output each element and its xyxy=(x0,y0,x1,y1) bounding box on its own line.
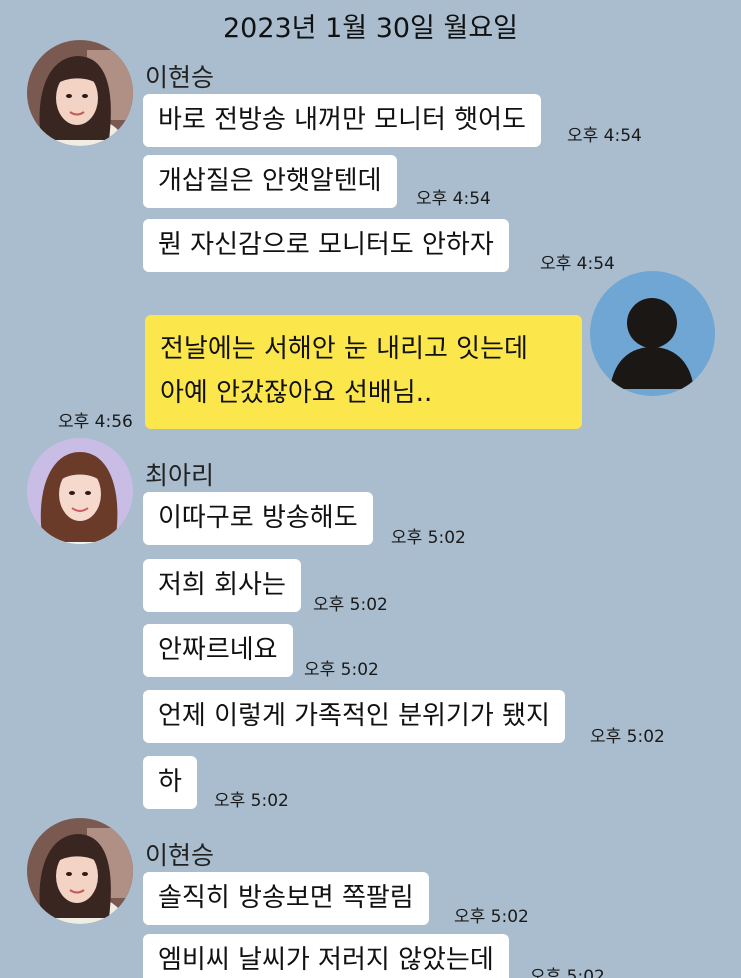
avatar-lee-hyunseung[interactable] xyxy=(27,40,133,146)
message-bubble[interactable]: 엠비씨 날씨가 저러지 않았는데 xyxy=(143,934,509,978)
message-bubble[interactable]: 이따구로 방송해도 xyxy=(143,492,373,545)
message-line: 아예 안갔잖아요 선배님.. xyxy=(160,378,433,408)
sender-name: 최아리 xyxy=(145,461,215,490)
message-time: 오후 4:56 xyxy=(58,412,133,432)
message-bubble[interactable]: 개삽질은 안햇알텐데 xyxy=(143,155,397,208)
date-header: 2023년 1월 30일 월요일 xyxy=(222,13,519,44)
message-time: 오후 5:02 xyxy=(391,528,466,548)
message-bubble[interactable]: 언제 이렇게 가족적인 분위기가 됐지 xyxy=(143,690,565,743)
profile-photo-icon xyxy=(27,818,133,924)
message-time: 오후 5:02 xyxy=(454,907,529,927)
message-bubble[interactable]: 저희 회사는 xyxy=(143,559,301,612)
my-avatar[interactable] xyxy=(590,271,715,396)
message-bubble[interactable]: 뭔 자신감으로 모니터도 안하자 xyxy=(143,219,509,272)
sender-name: 이현승 xyxy=(145,63,215,92)
message-bubble[interactable]: 하 xyxy=(143,756,197,809)
message-time: 오후 4:54 xyxy=(567,126,642,146)
message-bubble[interactable]: 솔직히 방송보면 쪽팔림 xyxy=(143,872,429,925)
message-time: 오후 4:54 xyxy=(416,189,491,209)
message-bubble[interactable]: 안짜르네요 xyxy=(143,624,293,677)
message-time: 오후 4:54 xyxy=(540,254,615,274)
my-message-bubble[interactable]: 전날에는 서해안 눈 내리고 잇는데 아예 안갔잖아요 선배님.. xyxy=(145,315,582,429)
avatar-lee-hyunseung[interactable] xyxy=(27,818,133,924)
message-time: 오후 5:02 xyxy=(530,967,605,978)
avatar-choi-ari[interactable] xyxy=(27,438,133,544)
message-time: 오후 5:02 xyxy=(214,791,289,811)
message-time: 오후 5:02 xyxy=(313,595,388,615)
message-bubble[interactable]: 바로 전방송 내꺼만 모니터 햇어도 xyxy=(143,94,541,147)
sender-name: 이현승 xyxy=(145,841,215,870)
message-time: 오후 5:02 xyxy=(590,727,665,747)
message-time: 오후 5:02 xyxy=(304,660,379,680)
message-line: 전날에는 서해안 눈 내리고 잇는데 xyxy=(160,334,528,364)
profile-photo-icon xyxy=(27,40,133,146)
default-profile-icon xyxy=(590,271,715,396)
profile-photo-icon xyxy=(27,438,133,544)
